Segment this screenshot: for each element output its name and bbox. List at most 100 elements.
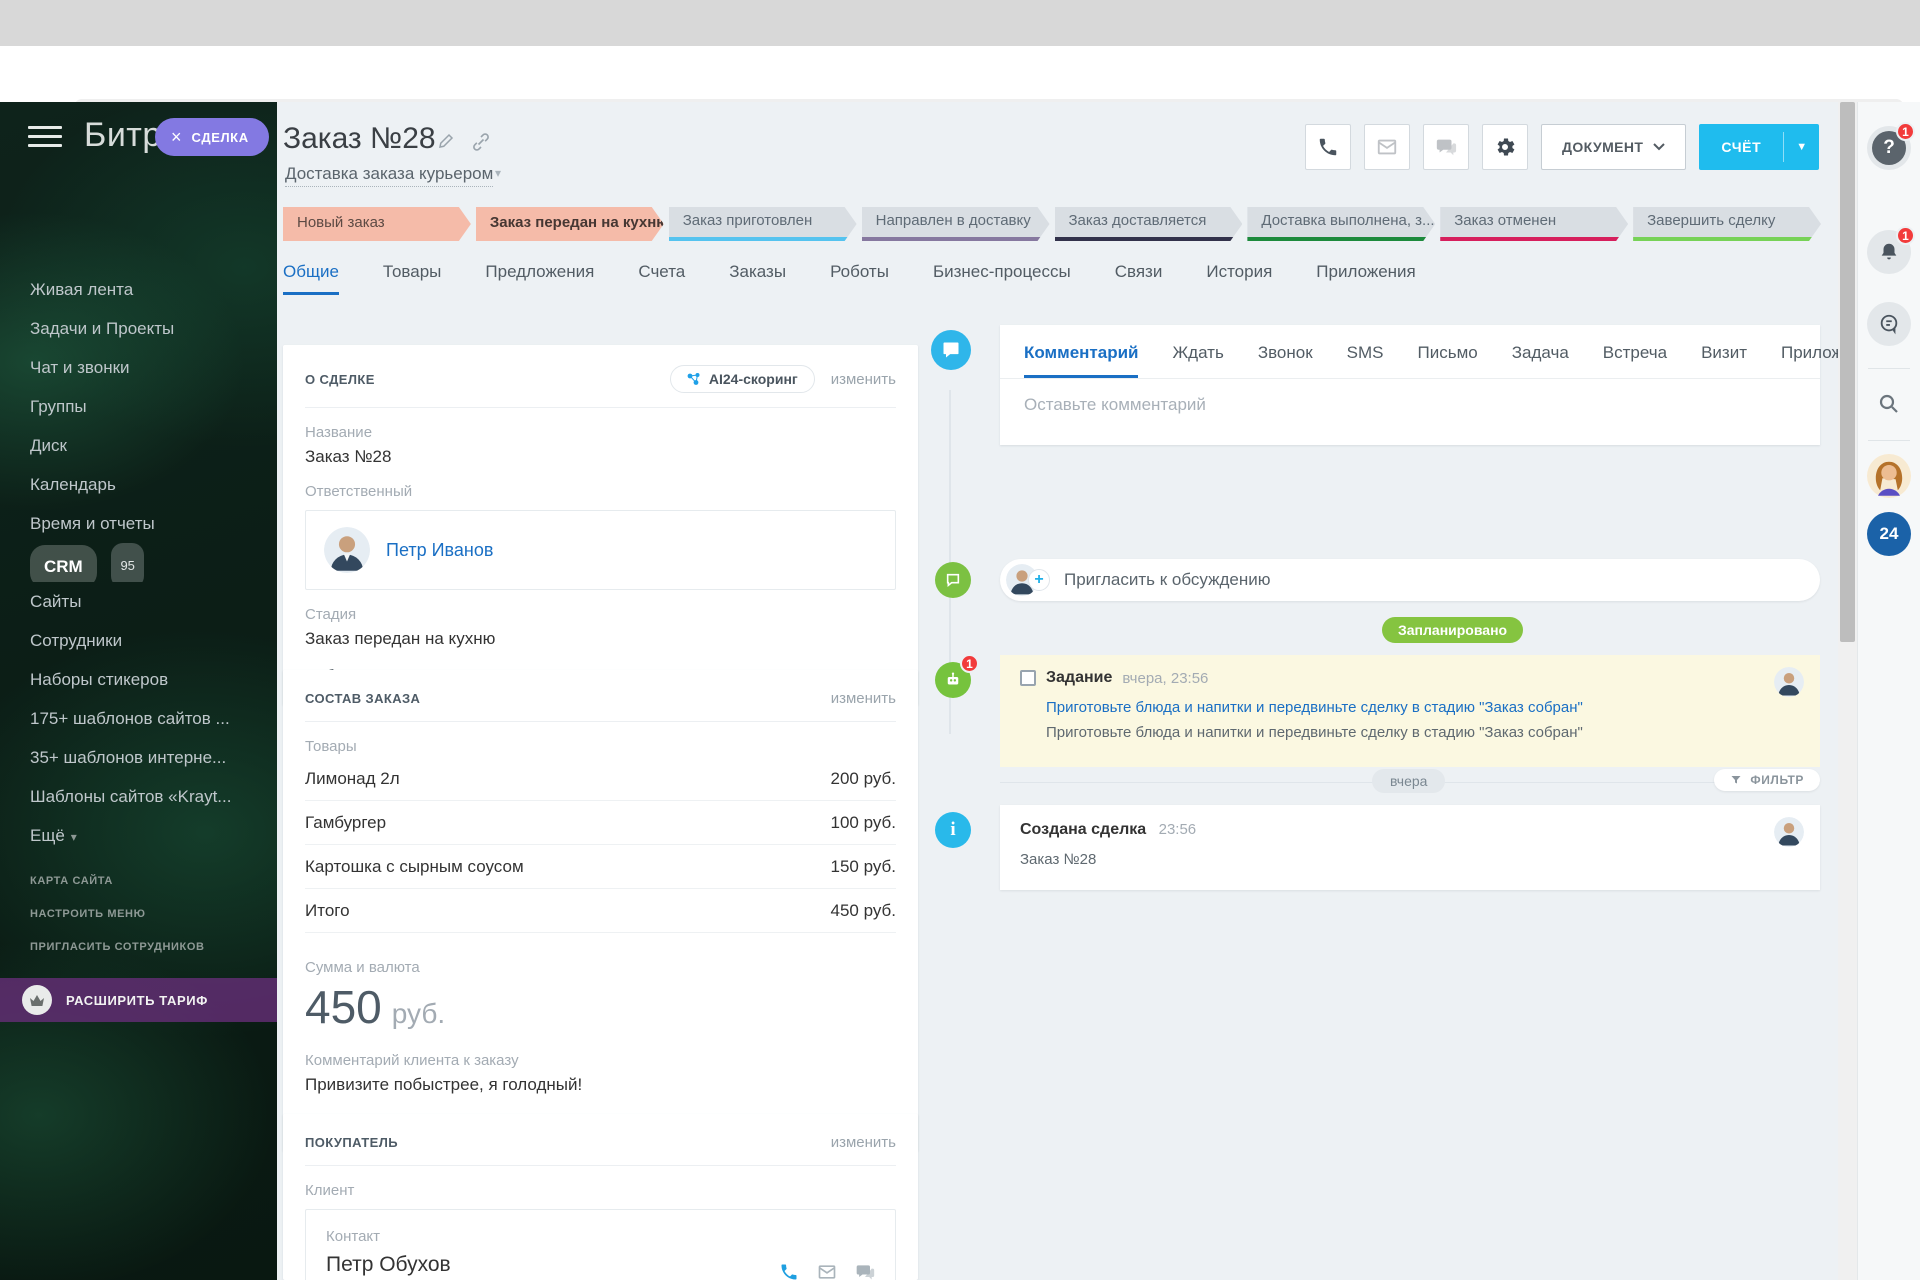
deal-entity-badge[interactable]: × СДЕЛКА <box>155 118 269 156</box>
tab-products[interactable]: Товары <box>383 262 441 295</box>
product-name: Картошка с сырным соусом <box>305 857 524 876</box>
funnel-selector[interactable]: Доставка заказа курьером <box>285 164 494 187</box>
task-checkbox[interactable] <box>1020 670 1036 686</box>
info-icon: i <box>935 812 971 848</box>
activity-stream-button[interactable] <box>1867 302 1911 346</box>
tab-quotes[interactable]: Предложения <box>485 262 594 295</box>
add-participant-icon[interactable]: + <box>1028 569 1050 591</box>
task-title: Задание <box>1046 669 1113 686</box>
search-button[interactable] <box>1867 382 1911 426</box>
call-button[interactable] <box>1305 124 1351 170</box>
sidebar-item-disk[interactable]: Диск <box>0 426 277 465</box>
ai-scoring-button[interactable]: AI24-скоринг <box>669 365 815 393</box>
order-contents-title: СОСТАВ ЗАКАЗА <box>305 691 421 706</box>
deal-tabs: Общие Товары Предложения Счета Заказы Ро… <box>283 262 1416 295</box>
sidebar-item-employees[interactable]: Сотрудники <box>0 621 277 660</box>
tab-bizproc[interactable]: Бизнес-процессы <box>933 262 1071 295</box>
products-label: Товары <box>305 738 357 755</box>
edit-link[interactable]: изменить <box>831 690 896 707</box>
invite-bubble-icon <box>935 562 971 598</box>
tl-tab-task[interactable]: Задача <box>1512 343 1569 378</box>
client-comment-value[interactable]: Привизите побыстрее, я голодный! <box>305 1075 896 1095</box>
invite-employees-link[interactable]: ПРИГЛАСИТЬ СОТРУДНИКОВ <box>0 931 277 964</box>
task-link[interactable]: Приготовьте блюда и напитки и передвиньт… <box>1046 699 1800 716</box>
edit-link[interactable]: изменить <box>831 371 896 388</box>
configure-menu-link[interactable]: НАСТРОИТЬ МЕНЮ <box>0 898 277 931</box>
invite-to-discussion[interactable]: + Пригласить к обсуждению <box>1000 559 1820 601</box>
help-button[interactable]: ? 1 <box>1867 122 1915 170</box>
bitrix24-badge[interactable]: 24 <box>1867 512 1911 556</box>
tl-tab-comment[interactable]: Комментарий <box>1024 343 1139 378</box>
sidebar-item-site-templates[interactable]: 175+ шаблонов сайтов ... <box>0 699 277 738</box>
header-actions: ДОКУМЕНТ СЧЁТ ▼ <box>1305 124 1820 170</box>
sidebar-item-chat[interactable]: Чат и звонки <box>0 348 277 387</box>
comment-input[interactable]: Оставьте комментарий <box>1000 379 1820 445</box>
tl-tab-wait[interactable]: Ждать <box>1172 343 1223 378</box>
menu-icon[interactable] <box>28 126 62 150</box>
notifications-button[interactable]: 1 <box>1867 226 1915 274</box>
scrollbar-thumb[interactable] <box>1840 102 1855 642</box>
stage-sent-to-delivery[interactable]: Направлен в доставку <box>862 207 1050 241</box>
chat-button[interactable] <box>1423 124 1469 170</box>
responsible-name[interactable]: Петр Иванов <box>386 540 493 561</box>
stage-value[interactable]: Заказ передан на кухню <box>305 629 896 649</box>
stage-new-order[interactable]: Новый заказ <box>283 207 471 241</box>
chevron-down-icon[interactable]: ▼ <box>1784 141 1819 153</box>
tl-tab-meeting[interactable]: Встреча <box>1603 343 1667 378</box>
stage-sent-to-kitchen[interactable]: Заказ передан на кухню <box>476 207 664 241</box>
sidebar-item-crm[interactable]: CRM 95 <box>0 543 277 582</box>
name-value[interactable]: Заказ №28 <box>305 447 896 467</box>
tl-tab-email[interactable]: Письмо <box>1418 343 1478 378</box>
deal-stage-bar: Новый заказ Заказ передан на кухню Заказ… <box>283 207 1821 241</box>
document-button[interactable]: ДОКУМЕНТ <box>1541 124 1687 170</box>
stage-delivery-done[interactable]: Доставка выполнена, з... <box>1247 207 1435 241</box>
email-contact-icon[interactable] <box>817 1262 837 1280</box>
sidebar-item-more[interactable]: Ещё ▾ <box>0 816 277 855</box>
copy-link-icon[interactable] <box>471 132 491 157</box>
product-row: Лимонад 2л 200 руб. <box>305 757 896 801</box>
product-price: 100 руб. <box>830 813 896 832</box>
client-label: Клиент <box>305 1182 355 1199</box>
sidebar-item-calendar[interactable]: Календарь <box>0 465 277 504</box>
call-contact-icon[interactable] <box>779 1262 799 1280</box>
edit-title-icon[interactable] <box>437 132 455 157</box>
stage-finish-deal[interactable]: Завершить сделку <box>1633 207 1821 241</box>
stage-delivering[interactable]: Заказ доставляется <box>1055 207 1243 241</box>
tab-history[interactable]: История <box>1206 262 1272 295</box>
sidebar-item-live-feed[interactable]: Живая лента <box>0 270 277 309</box>
tab-orders[interactable]: Заказы <box>729 262 786 295</box>
tab-invoices[interactable]: Счета <box>638 262 685 295</box>
sidebar-item-stickers[interactable]: Наборы стикеров <box>0 660 277 699</box>
tab-general[interactable]: Общие <box>283 262 339 295</box>
upgrade-plan-button[interactable]: РАСШИРИТЬ ТАРИФ <box>0 978 277 1022</box>
chevron-down-icon <box>1653 143 1666 151</box>
tl-tab-call[interactable]: Звонок <box>1258 343 1313 378</box>
sidebar-item-sites[interactable]: Сайты <box>0 582 277 621</box>
sidebar-item-time-reports[interactable]: Время и отчеты <box>0 504 277 543</box>
tab-relations[interactable]: Связи <box>1115 262 1163 295</box>
contact-label: Контакт <box>326 1228 381 1245</box>
chat-contact-icon[interactable] <box>855 1262 875 1280</box>
close-icon[interactable]: × <box>171 127 182 148</box>
tl-tab-sms[interactable]: SMS <box>1347 343 1384 378</box>
settings-button[interactable] <box>1482 124 1528 170</box>
stage-order-ready[interactable]: Заказ приготовлен <box>669 207 857 241</box>
invoice-button[interactable]: СЧЁТ ▼ <box>1699 124 1820 170</box>
email-button[interactable] <box>1364 124 1410 170</box>
sidebar-item-krayt-templates[interactable]: Шаблоны сайтов «Krayt... <box>0 777 277 816</box>
tab-apps[interactable]: Приложения <box>1316 262 1415 295</box>
edit-link[interactable]: изменить <box>831 1134 896 1151</box>
sitemap-link[interactable]: КАРТА САЙТА <box>0 865 277 898</box>
stage-cancelled[interactable]: Заказ отменен <box>1440 207 1628 241</box>
day-label: вчера <box>1372 769 1446 793</box>
tl-tab-visit[interactable]: Визит <box>1701 343 1747 378</box>
deal-sum[interactable]: 450 руб. <box>305 980 896 1034</box>
tab-robots[interactable]: Роботы <box>830 262 889 295</box>
profile-avatar[interactable] <box>1867 454 1911 498</box>
responsible-field[interactable]: Петр Иванов <box>305 510 896 590</box>
sidebar-item-tasks[interactable]: Задачи и Проекты <box>0 309 277 348</box>
filter-button[interactable]: ФИЛЬТР <box>1714 769 1820 791</box>
sidebar-item-groups[interactable]: Группы <box>0 387 277 426</box>
deal-created-card: Создана сделка 23:56 Заказ №28 <box>1000 805 1820 890</box>
sidebar-item-store-templates[interactable]: 35+ шаблонов интерне... <box>0 738 277 777</box>
